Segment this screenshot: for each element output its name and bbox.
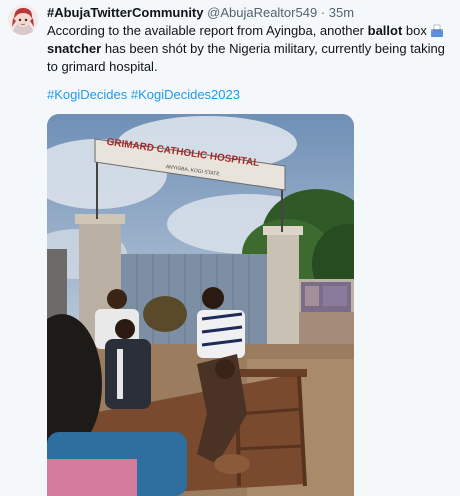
avatar[interactable] (8, 5, 38, 35)
ballot-box-emoji-icon (430, 24, 444, 37)
user-handle[interactable]: @AbujaRealtor549 (207, 5, 317, 20)
tweet-text: According to the available report from A… (47, 22, 452, 76)
tweet-text-bold: ballot (367, 23, 403, 38)
hashtag-link[interactable]: #KogiDecides (47, 87, 127, 102)
separator-dot: · (320, 5, 326, 20)
tweet-header: #AbujaTwitterCommunity @AbujaRealtor549 … (47, 4, 452, 21)
tweet-media-image[interactable]: GRIMARD CATHOLIC HOSPITAL ANYIGBA, KOGI … (47, 114, 354, 496)
tweet-text-part: According to the available report from A… (47, 23, 368, 38)
hashtag-link[interactable]: #KogiDecides2023 (131, 87, 240, 102)
tweet[interactable]: #AbujaTwitterCommunity @AbujaRealtor549 … (0, 0, 460, 496)
tweet-text-part: box (402, 23, 431, 38)
tweet-text-part: has been shót by the Nigeria military, c… (47, 41, 445, 74)
display-name[interactable]: #AbujaTwitterCommunity (47, 5, 204, 20)
hashtag-row: #KogiDecides #KogiDecides2023 (47, 86, 452, 104)
tweet-text-bold: snatcher (47, 41, 102, 56)
hospital-gate-photo: GRIMARD CATHOLIC HOSPITAL ANYIGBA, KOGI … (47, 114, 354, 496)
avatar-image (8, 5, 38, 35)
tweet-content: #AbujaTwitterCommunity @AbujaRealtor549 … (47, 4, 452, 104)
tweet-timestamp[interactable]: 35m (329, 5, 354, 20)
